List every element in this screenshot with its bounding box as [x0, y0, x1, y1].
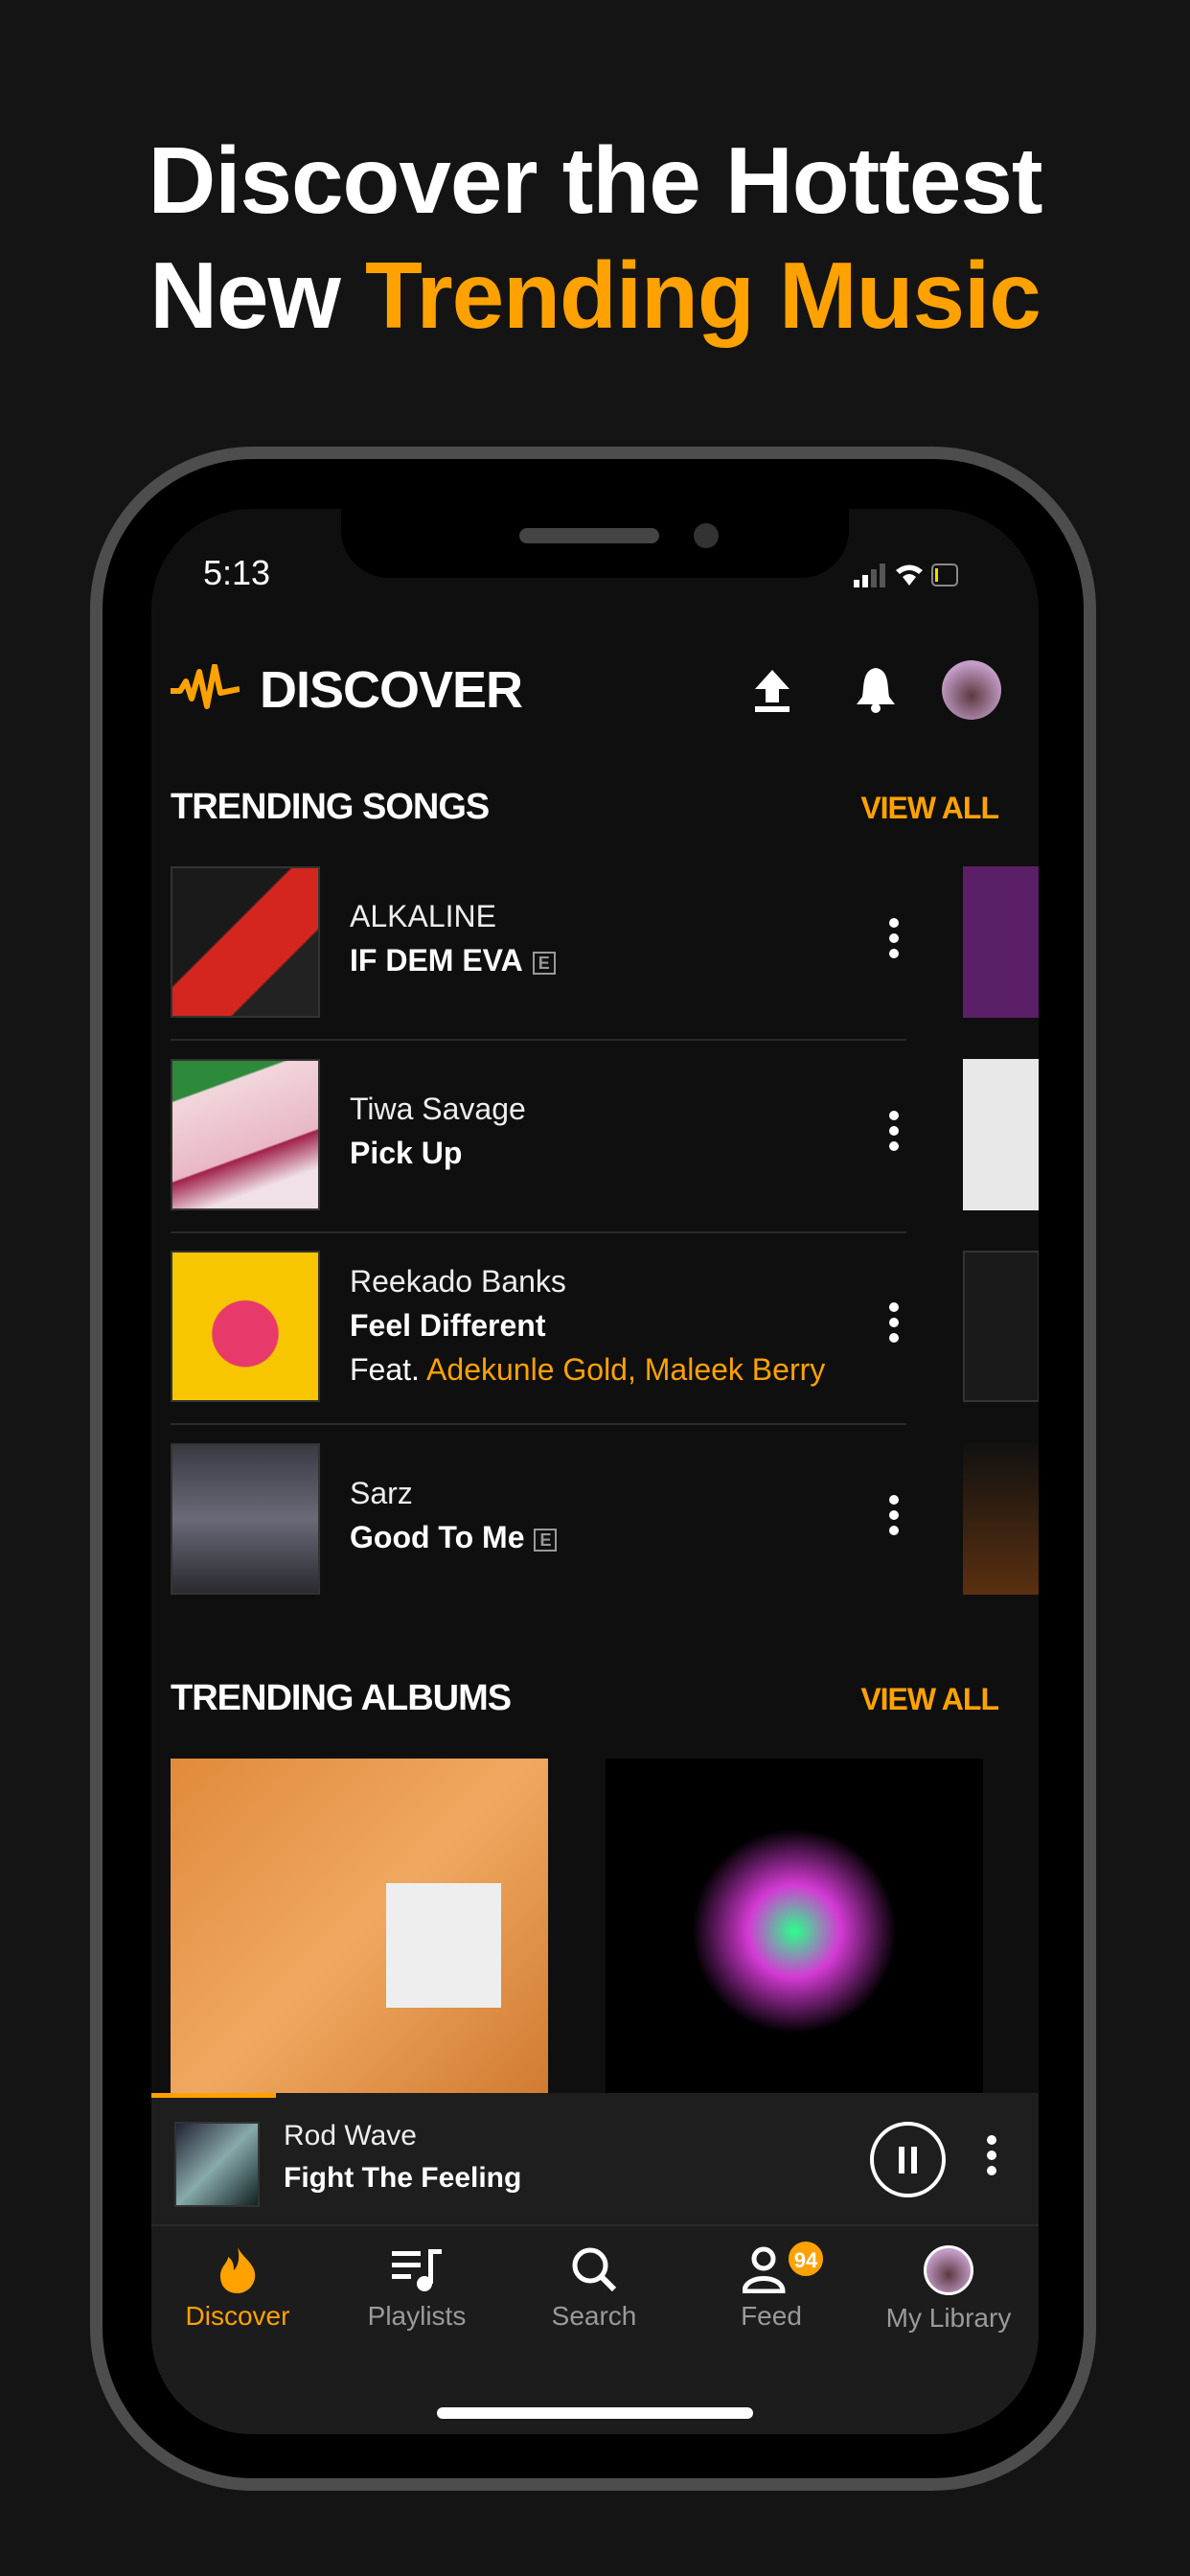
now-playing-artist: Rod Wave	[284, 2120, 417, 2151]
status-icons	[854, 564, 958, 587]
now-playing-artwork	[174, 2122, 260, 2207]
song-artwork	[171, 1443, 320, 1595]
tab-feed[interactable]: 94 Feed	[685, 2240, 858, 2332]
album-artwork[interactable]	[606, 1759, 983, 2104]
divider	[171, 1231, 906, 1233]
pause-button[interactable]	[870, 2122, 946, 2197]
notch	[341, 509, 849, 578]
song-artist: Reekado Banks	[350, 1264, 566, 1299]
bell-icon[interactable]	[855, 666, 897, 714]
more-options-icon[interactable]	[889, 918, 901, 964]
song-artist: Sarz	[350, 1476, 413, 1510]
headline-accent: Trending Music	[365, 242, 1041, 348]
tab-label: My Library	[885, 2303, 1012, 2333]
app-screen: 5:13 DISCOVER TRENDING SONGS VIEW ALL AL…	[151, 509, 1039, 2434]
more-options-icon[interactable]	[987, 2135, 998, 2181]
song-title-text: Good To Me	[350, 1520, 525, 1554]
feed-badge: 94	[787, 2240, 825, 2278]
playback-progress	[151, 2093, 276, 2098]
song-artwork-next-column[interactable]	[963, 1251, 1039, 1402]
song-title: Good To Me E	[350, 1520, 558, 1555]
song-title-text: IF DEM EVA	[350, 943, 523, 978]
tab-label: Discover	[185, 2301, 290, 2331]
explicit-badge: E	[534, 1528, 558, 1552]
tab-label: Search	[551, 2301, 637, 2331]
song-row[interactable]: Tiwa Savage Pick Up	[171, 1059, 906, 1251]
song-title: IF DEM EVA E	[350, 943, 556, 978]
trending-albums-title: TRENDING ALBUMS	[171, 1678, 512, 1718]
headline-line2: New Trending Music	[0, 238, 1190, 353]
song-row[interactable]: Reekado Banks Feel Different Feat. Adeku…	[171, 1251, 906, 1442]
tab-my-library[interactable]: My Library	[862, 2245, 1035, 2334]
profile-avatar[interactable]	[942, 660, 1001, 720]
now-playing-title: Fight The Feeling	[284, 2162, 522, 2194]
tab-discover[interactable]: Discover	[151, 2245, 324, 2332]
more-options-icon[interactable]	[889, 1495, 901, 1541]
library-avatar	[924, 2245, 973, 2295]
album-artwork[interactable]	[171, 1759, 548, 2104]
tab-search[interactable]: Search	[508, 2245, 680, 2332]
song-artist: Tiwa Savage	[350, 1092, 526, 1126]
tab-bar: Discover Playlists Search 94 Feed My Lib…	[151, 2224, 1039, 2434]
feat-artists[interactable]: Adekunle Gold, Maleek Berry	[426, 1352, 825, 1387]
headline-line1: Discover the Hottest	[148, 127, 1042, 233]
tab-label: Playlists	[367, 2301, 467, 2331]
explicit-badge: E	[532, 951, 556, 975]
song-artwork	[171, 1059, 320, 1210]
status-time: 5:13	[203, 553, 271, 592]
song-title: Pick Up	[350, 1136, 463, 1170]
tab-label: Feed	[741, 2301, 802, 2331]
flame-icon	[220, 2247, 256, 2293]
view-all-albums-link[interactable]: VIEW ALL	[860, 1682, 999, 1717]
song-artwork-next-column[interactable]	[963, 1059, 1039, 1210]
divider	[171, 1039, 906, 1041]
more-options-icon[interactable]	[889, 1302, 901, 1348]
now-playing-bar[interactable]: Rod Wave Fight The Feeling	[151, 2093, 1039, 2224]
song-row[interactable]: ALKALINE IF DEM EVA E	[171, 866, 906, 1058]
trending-songs-title: TRENDING SONGS	[171, 787, 490, 827]
more-options-icon[interactable]	[889, 1111, 901, 1157]
song-title: Feel Different	[350, 1308, 546, 1343]
page-title: DISCOVER	[260, 661, 523, 719]
song-artwork	[171, 866, 320, 1018]
song-artwork-next-column[interactable]	[963, 866, 1039, 1018]
song-artwork-next-column[interactable]	[963, 1443, 1039, 1595]
search-icon	[572, 2247, 617, 2292]
home-indicator	[437, 2407, 753, 2419]
divider	[171, 1423, 906, 1425]
song-row[interactable]: Sarz Good To Me E	[171, 1443, 906, 1635]
song-featured-artists: Feat. Adekunle Gold, Maleek Berry	[350, 1352, 825, 1388]
headline-prefix: New	[149, 242, 365, 348]
feat-label: Feat.	[350, 1352, 427, 1387]
view-all-songs-link[interactable]: VIEW ALL	[860, 791, 999, 826]
upload-icon[interactable]	[753, 668, 791, 714]
song-artwork	[171, 1251, 320, 1402]
playlist-icon	[392, 2249, 442, 2291]
tab-playlists[interactable]: Playlists	[331, 2245, 503, 2332]
audiomack-logo-icon	[171, 664, 240, 709]
song-artist: ALKALINE	[350, 899, 496, 933]
